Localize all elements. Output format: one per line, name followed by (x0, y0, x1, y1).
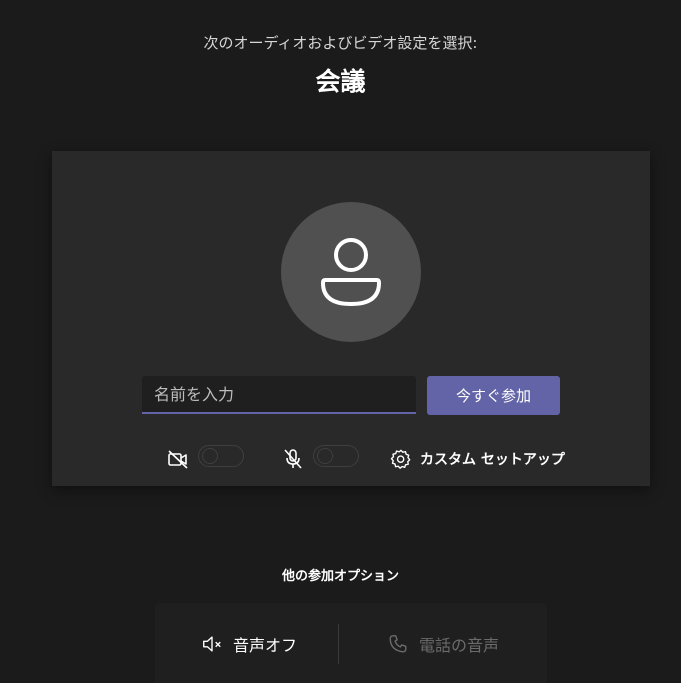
join-now-button[interactable]: 今すぐ参加 (427, 376, 560, 415)
audio-off-label: 音声オフ (233, 636, 298, 655)
audio-off-option[interactable]: 音声オフ (201, 629, 297, 659)
custom-setup-button[interactable]: カスタム セットアップ (390, 444, 565, 474)
device-controls: カスタム セットアップ (52, 441, 650, 477)
camera-off-icon (168, 450, 188, 469)
gear-icon (390, 449, 411, 469)
camera-toggle[interactable] (198, 445, 244, 467)
microphone-toggle-knob (317, 448, 333, 464)
page-subtitle: 次のオーディオおよびビデオ設定を選択: (203, 34, 478, 52)
other-join-options-panel: 音声オフ 電話の音声 (155, 603, 547, 683)
avatar (281, 202, 421, 342)
name-input[interactable] (142, 376, 416, 414)
camera-toggle-knob (202, 448, 218, 464)
phone-audio-option: 電話の音声 (387, 629, 499, 659)
microphone-toggle[interactable] (313, 445, 359, 467)
page-title: 会議 (315, 67, 366, 96)
options-divider (338, 624, 339, 664)
custom-setup-label: カスタム セットアップ (420, 452, 565, 468)
prejoin-card: 今すぐ参加 (52, 151, 650, 486)
other-join-options-title: 他の参加オプション (281, 569, 399, 584)
speaker-off-icon (203, 636, 221, 652)
phone-audio-label: 電話の音声 (419, 636, 500, 655)
phone-icon (389, 635, 407, 653)
prejoin-page: 次のオーディオおよびビデオ設定を選択: 会議 今すぐ参加 (0, 0, 681, 683)
mic-off-icon (284, 449, 302, 469)
person-icon (321, 238, 381, 306)
